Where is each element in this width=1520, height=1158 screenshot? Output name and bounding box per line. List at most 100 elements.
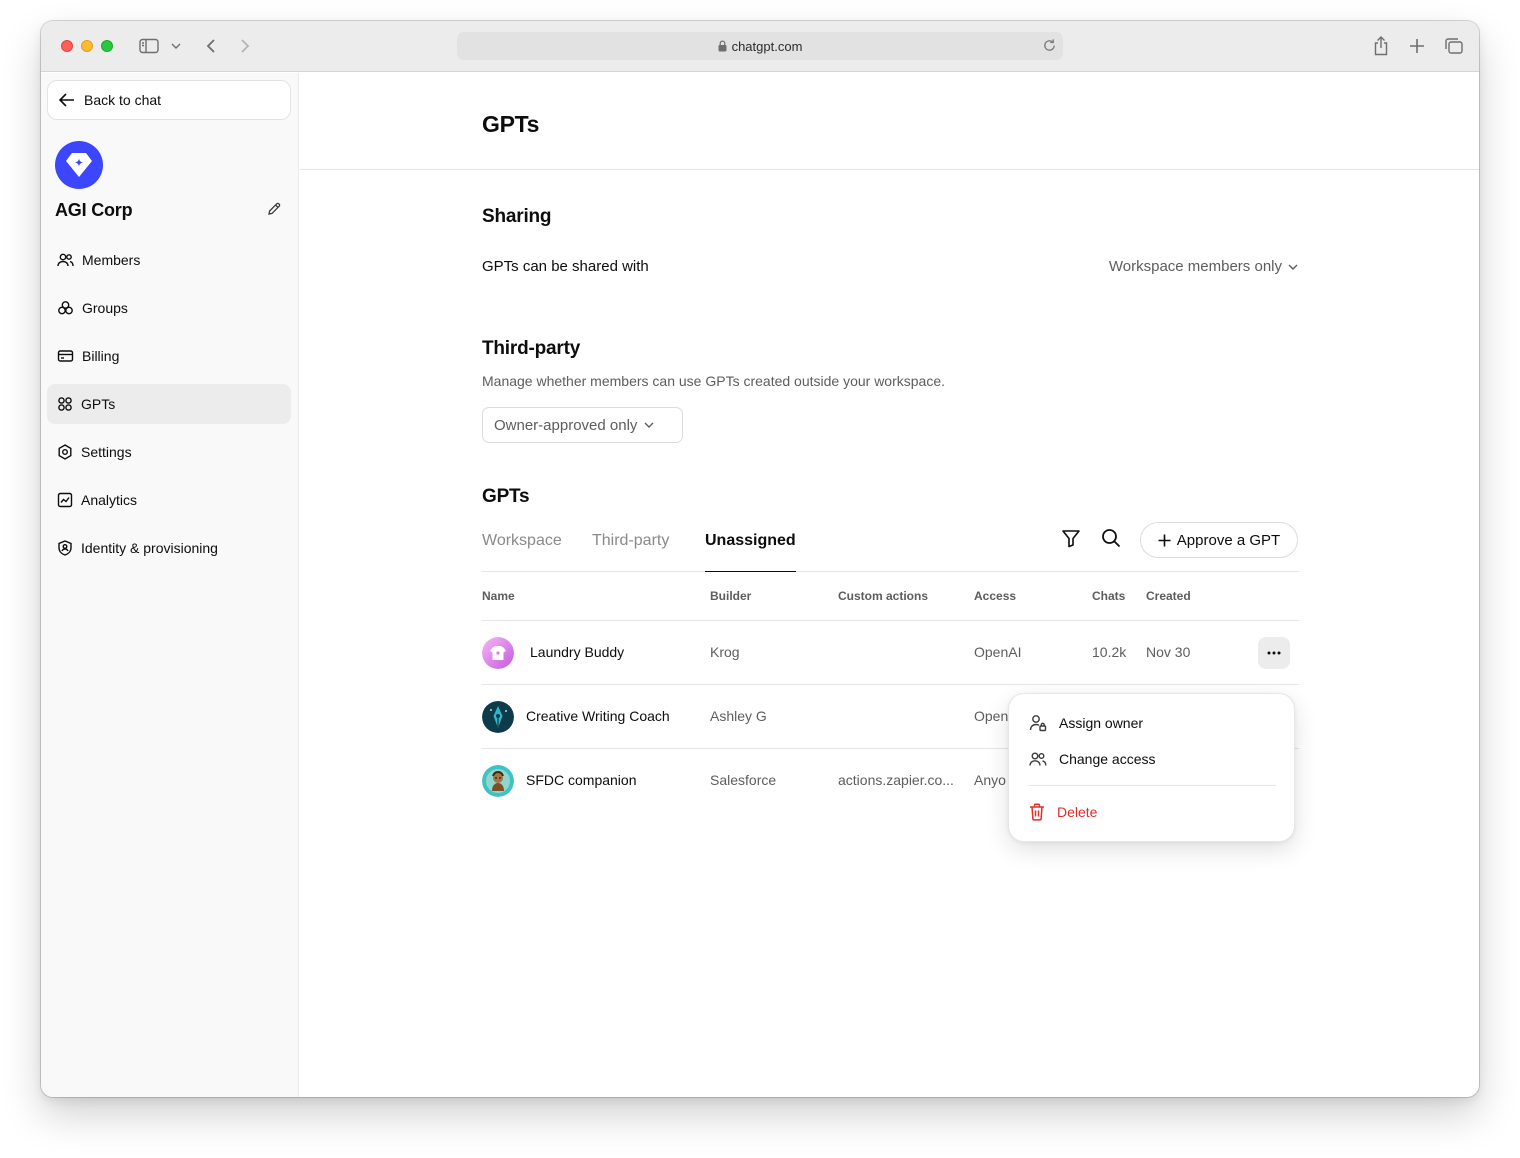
chevron-down-icon — [644, 422, 654, 428]
delete-label: Delete — [1057, 804, 1098, 820]
sidebar-item-label: Settings — [81, 444, 132, 460]
more-horizontal-icon — [1267, 651, 1281, 655]
sidebar-item-settings[interactable]: Settings — [47, 432, 291, 472]
tab-overview-icon[interactable] — [1443, 34, 1465, 58]
back-arrow-icon[interactable] — [201, 34, 221, 58]
table-row[interactable]: Laundry Buddy Krog OpenAI 10.2k Nov 30 — [482, 621, 1299, 685]
lock-icon — [718, 40, 727, 52]
sidebar-item-label: Members — [82, 252, 141, 268]
tab-workspace[interactable]: Workspace — [482, 532, 562, 572]
sharing-dropdown-value: Workspace members only — [1108, 258, 1282, 275]
third-party-dropdown[interactable]: Owner-approved only — [482, 407, 683, 443]
zoom-window-button[interactable] — [101, 40, 113, 52]
sidebar-item-label: GPTs — [81, 396, 116, 412]
column-header-access: Access — [974, 589, 1017, 603]
column-header-custom-actions: Custom actions — [838, 589, 929, 603]
gpt-builder: Krog — [710, 644, 740, 660]
column-header-builder: Builder — [710, 589, 752, 603]
gpt-custom-actions: actions.zapier.co... — [838, 772, 954, 788]
sidebar: Back to chat AGI Corp Members Groups Bil… — [41, 73, 299, 1097]
chevron-down-icon[interactable] — [169, 34, 183, 58]
sidebar-item-label: Billing — [82, 348, 120, 364]
share-icon[interactable] — [1371, 34, 1391, 58]
delete-menu-item[interactable]: Delete — [1019, 795, 1286, 829]
column-header-name: Name — [482, 589, 515, 603]
identity-icon — [58, 540, 72, 556]
gpt-access: Anyo — [974, 772, 1006, 788]
gpt-name: Creative Writing Coach — [526, 708, 670, 724]
filter-icon[interactable] — [1057, 524, 1085, 552]
url-text: chatgpt.com — [731, 38, 803, 54]
sidebar-item-analytics[interactable]: Analytics — [47, 480, 291, 520]
settings-icon — [58, 444, 72, 460]
browser-window: chatgpt.com Back to chat AGI Corp Member… — [41, 21, 1479, 1097]
assign-owner-label: Assign owner — [1059, 715, 1144, 731]
new-tab-icon[interactable] — [1407, 34, 1427, 58]
arrow-left-icon — [59, 93, 74, 107]
sidebar-item-billing[interactable]: Billing — [47, 336, 291, 376]
column-header-chats: Chats — [1092, 589, 1126, 603]
sidebar-item-label: Identity & provisioning — [81, 540, 218, 556]
third-party-section-title: Third-party — [482, 338, 581, 359]
column-header-created: Created — [1146, 589, 1191, 603]
gpts-tabs: Workspace Third-party Unassigned Approve… — [482, 522, 1299, 572]
sfdc-companion-avatar — [482, 765, 514, 797]
gpt-builder: Salesforce — [710, 772, 777, 788]
gpts-icon — [58, 397, 72, 411]
minimize-window-button[interactable] — [81, 40, 93, 52]
sharing-label: GPTs can be shared with — [482, 258, 649, 275]
assign-owner-menu-item[interactable]: Assign owner — [1019, 706, 1286, 740]
table-header: Name Builder Custom actions Access Chats… — [482, 571, 1299, 621]
gpt-name: Laundry Buddy — [530, 644, 625, 660]
menu-divider — [1029, 785, 1276, 786]
sidebar-item-label: Analytics — [81, 492, 138, 508]
tab-third-party[interactable]: Third-party — [592, 532, 669, 572]
sharing-dropdown[interactable]: Workspace members only — [1109, 258, 1298, 275]
laundry-buddy-avatar — [482, 637, 514, 669]
approve-gpt-label: Approve a GPT — [1176, 531, 1281, 549]
sidebar-item-members[interactable]: Members — [47, 240, 291, 280]
creative-writing-coach-avatar — [482, 701, 514, 733]
page-header: GPTs — [300, 73, 1479, 170]
gpt-access: OpenAI — [974, 644, 1022, 660]
page-title: GPTs — [482, 111, 540, 137]
gpt-chats: 10.2k — [1092, 644, 1127, 660]
workspace-logo — [55, 141, 103, 189]
third-party-dropdown-value: Owner-approved only — [494, 416, 638, 434]
assign-owner-icon — [1029, 715, 1047, 732]
sidebar-item-label: Groups — [82, 300, 128, 316]
gpt-builder: Ashley G — [710, 708, 767, 724]
sidebar-toggle-icon[interactable] — [137, 34, 161, 58]
reload-icon[interactable] — [1042, 38, 1057, 53]
forward-arrow-icon[interactable] — [235, 34, 255, 58]
gpt-access: Open — [974, 708, 1009, 724]
search-icon[interactable] — [1097, 524, 1125, 552]
more-options-button[interactable] — [1258, 637, 1290, 669]
edit-pencil-icon[interactable] — [267, 202, 281, 216]
back-to-chat-button[interactable]: Back to chat — [47, 80, 291, 120]
row-context-menu: Assign owner Change access Delete — [1008, 693, 1295, 842]
chevron-down-icon — [1288, 264, 1298, 270]
change-access-label: Change access — [1059, 751, 1156, 767]
back-to-chat-label: Back to chat — [84, 92, 162, 108]
tab-unassigned[interactable]: Unassigned — [705, 532, 796, 572]
change-access-icon — [1029, 752, 1047, 766]
analytics-icon — [57, 492, 73, 508]
third-party-description: Manage whether members can use GPTs crea… — [482, 373, 946, 389]
approve-gpt-button[interactable]: Approve a GPT — [1140, 522, 1298, 558]
address-bar[interactable]: chatgpt.com — [457, 32, 1063, 60]
main-content: GPTs Sharing GPTs can be shared with Wor… — [300, 73, 1479, 1097]
sharing-section-title: Sharing — [482, 206, 552, 227]
members-icon — [57, 253, 74, 267]
gpts-section-title: GPTs — [482, 486, 530, 507]
trash-icon — [1030, 803, 1044, 821]
change-access-menu-item[interactable]: Change access — [1019, 742, 1286, 776]
plus-icon — [1158, 534, 1171, 546]
browser-toolbar: chatgpt.com — [41, 21, 1479, 72]
gpt-name: SFDC companion — [526, 772, 637, 788]
close-window-button[interactable] — [61, 40, 73, 52]
sidebar-item-identity-provisioning[interactable]: Identity & provisioning — [47, 528, 291, 568]
diamond-sparkle-icon — [66, 153, 92, 177]
sidebar-item-gpts[interactable]: GPTs — [47, 384, 291, 424]
sidebar-item-groups[interactable]: Groups — [47, 288, 291, 328]
